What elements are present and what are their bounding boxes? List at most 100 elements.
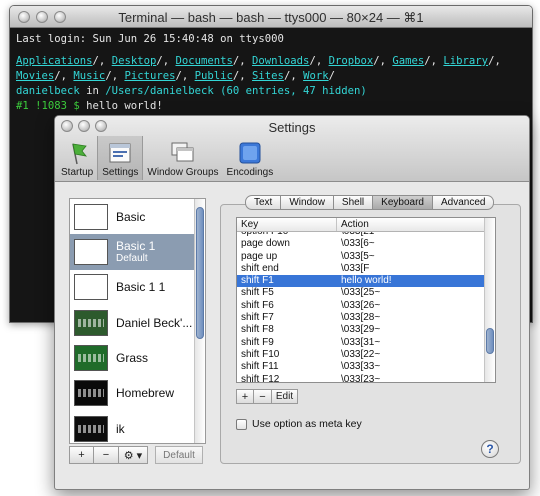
action-cell: \033[33~	[341, 361, 381, 373]
toolbar-encodings[interactable]: Encodings	[223, 136, 278, 180]
tab-shell[interactable]: Shell	[333, 195, 374, 210]
profile-name: Basic 1	[116, 239, 156, 253]
key-cell: page up	[241, 250, 278, 262]
last-login-line: Last login: Sun Jun 26 15:40:48 on ttys0…	[16, 33, 284, 45]
table-row[interactable]: shift F7 \033[28~	[237, 312, 486, 324]
toolbar-window-groups[interactable]: Window Groups	[143, 136, 222, 180]
profile-thumbnail	[74, 345, 108, 371]
action-cell: \033[23~	[341, 373, 381, 383]
path-line: danielbeck in /Users/danielbeck (60 entr…	[16, 85, 367, 97]
profile-thumbnail	[74, 239, 108, 265]
directory-entry: Desktop	[111, 55, 157, 67]
directory-entry: Downloads	[252, 55, 310, 67]
table-scroll-thumb[interactable]	[486, 328, 494, 354]
key-mapping-buttons: + − Edit	[236, 389, 298, 404]
settings-title: Settings	[268, 120, 316, 135]
action-cell: \033[31~	[341, 336, 381, 348]
remove-profile-button[interactable]: −	[94, 446, 119, 464]
directory-entry: Dropbox	[328, 55, 374, 67]
table-row[interactable]: shift end \033[F	[237, 263, 486, 275]
table-row[interactable]: shift F8 \033[29~	[237, 324, 486, 336]
table-row[interactable]: shift F10 \033[22~	[237, 349, 486, 361]
action-cell: \033[6~	[341, 238, 375, 250]
help-button[interactable]: ?	[481, 440, 499, 458]
key-cell: shift F6	[241, 299, 274, 311]
settings-tabs: Text Window Shell Keyboard Advanced	[245, 195, 495, 210]
flag-icon	[72, 143, 88, 165]
table-row[interactable]: page up \033[5~	[237, 251, 486, 263]
directory-entry: Work	[303, 70, 329, 82]
profile-name: Daniel Beck'...	[116, 315, 193, 330]
key-cell: shift F7	[241, 312, 274, 324]
table-header: Key Action	[237, 218, 486, 232]
profile-name: Basic	[116, 209, 146, 224]
profile-name: Homebrew	[116, 385, 175, 400]
action-cell: \033[28~	[341, 312, 381, 324]
table-row[interactable]: shift F12 \033[23~	[237, 373, 486, 383]
edit-mapping-button[interactable]: Edit	[272, 389, 298, 404]
tab-advanced[interactable]: Advanced	[432, 195, 495, 210]
remove-mapping-button[interactable]: −	[254, 389, 272, 404]
table-scrollbar[interactable]	[484, 218, 495, 382]
table-row[interactable]: page down \033[6~	[237, 238, 486, 250]
meta-key-option[interactable]: Use option as meta key	[236, 418, 362, 430]
profile-item[interactable]: Daniel Beck'...	[70, 305, 196, 341]
key-cell: shift F10	[241, 348, 280, 360]
profile-thumbnail	[74, 274, 108, 300]
key-cell: shift F5	[241, 287, 274, 299]
action-cell: \033[26~	[341, 299, 381, 311]
profile-item[interactable]: Grass	[70, 340, 196, 376]
settings-window: Settings Startup Settings Window Groups …	[54, 115, 530, 490]
action-cell: \033[22~	[341, 348, 381, 360]
key-mapping-table[interactable]: option F10\033[21~page down\033[6~page u…	[236, 217, 496, 383]
meta-key-checkbox[interactable]	[236, 418, 247, 430]
action-cell: \033[29~	[341, 324, 381, 336]
add-mapping-button[interactable]: +	[236, 389, 254, 404]
profile-item[interactable]: Basic 1 Default	[70, 234, 196, 270]
action-cell: \033[25~	[341, 287, 381, 299]
profile-scrollbar[interactable]	[194, 199, 205, 443]
directory-entry: Movies	[16, 70, 55, 82]
key-cell: shift F9	[241, 336, 274, 348]
settings-toolbar: Startup Settings Window Groups Encodings	[57, 136, 277, 180]
directory-entry: Pictures	[124, 70, 176, 82]
key-cell: shift F11	[241, 361, 279, 373]
toolbar-settings[interactable]: Settings	[97, 136, 144, 180]
table-row[interactable]: shift F11 \033[33~	[237, 361, 486, 373]
prompt: #1 !1083 $	[16, 100, 80, 112]
profile-scroll-thumb[interactable]	[196, 207, 204, 339]
key-cell: page down	[241, 238, 290, 250]
profile-item[interactable]: Basic 1 1	[70, 269, 196, 305]
key-mapping-rows: option F10\033[21~page down\033[6~page u…	[237, 226, 486, 383]
profile-list[interactable]: Basic Basic 1 Default Basic 1 1 Daniel Beck'…	[69, 198, 206, 444]
column-header-action[interactable]: Action	[337, 218, 369, 231]
add-profile-button[interactable]: +	[69, 446, 94, 464]
key-cell: shift F1	[241, 275, 274, 287]
toolbar-startup[interactable]: Startup	[57, 136, 97, 180]
profile-item[interactable]: ik	[70, 411, 196, 443]
directory-entry: Music	[73, 70, 106, 82]
action-cell: \033[F	[341, 262, 370, 274]
table-row[interactable]: shift F1 hello world!	[237, 275, 486, 288]
tab-text[interactable]: Text	[245, 195, 282, 210]
profile-thumbnail	[74, 310, 108, 336]
gear-menu-button[interactable]: ⚙ ▾	[119, 446, 148, 464]
key-cell: shift F8	[241, 324, 274, 336]
default-button[interactable]: Default	[155, 446, 203, 464]
meta-key-label: Use option as meta key	[252, 418, 362, 430]
profile-default-label: Default	[116, 253, 148, 264]
table-row[interactable]: shift F9 \033[31~	[237, 337, 486, 349]
settings-titlebar[interactable]: Settings Startup Settings Window Groups …	[55, 116, 529, 182]
profile-item[interactable]: Homebrew	[70, 375, 196, 411]
tab-window[interactable]: Window	[281, 195, 334, 210]
column-header-key[interactable]: Key	[237, 218, 337, 231]
table-row[interactable]: shift F6 \033[26~	[237, 300, 486, 312]
profile-item[interactable]: Basic	[70, 199, 196, 235]
directory-entry: Library	[443, 55, 489, 67]
terminal-titlebar[interactable]: Terminal — bash — bash — ttys000 — 80×24…	[10, 6, 532, 28]
tab-keyboard[interactable]: Keyboard	[373, 195, 433, 210]
table-row[interactable]: shift F5 \033[25~	[237, 287, 486, 299]
directory-entry: Applications	[16, 55, 93, 67]
profile-name: ik	[116, 421, 125, 436]
key-cell: shift end	[241, 262, 279, 274]
